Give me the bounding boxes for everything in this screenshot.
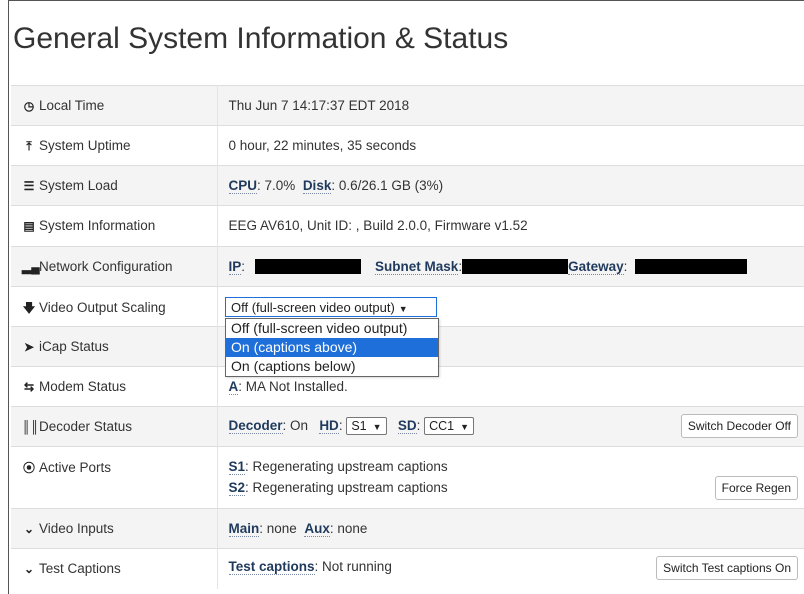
barcode-icon: ║║ [22, 420, 40, 434]
ip-redaction [255, 259, 362, 274]
video-output-scaling-label: Video Output Scaling [39, 300, 166, 315]
modem-status-label: Modem Status [39, 379, 127, 394]
icap-status-label: iCap Status [39, 339, 109, 354]
clock-icon: ◷ [23, 99, 35, 113]
aux-value: : none [329, 521, 368, 536]
s2-value: : Regenerating upstream captions [245, 480, 448, 495]
chevron-down-icon[interactable]: ⌄ [22, 522, 36, 536]
arrow-down-icon: 🡇 [22, 301, 36, 315]
scaling-option[interactable]: On (captions above) [226, 338, 438, 357]
test-captions-key[interactable]: Test captions [228, 559, 315, 575]
row-decoder-status: ║║Decoder Status Decoder: On HD: S1 ▼ SD:… [11, 406, 804, 447]
active-ports-label: Active Ports [39, 460, 112, 475]
arrow-up-circle-icon: ⤒ [26, 139, 32, 153]
test-captions-label[interactable]: Test Captions [39, 561, 121, 576]
switch-decoder-off-button[interactable]: Switch Decoder Off [680, 414, 798, 438]
row-system-information: ▤ System Information EEG AV610, Unit ID: … [11, 205, 804, 247]
main-key[interactable]: Main [228, 521, 260, 537]
row-local-time: ◷ Local Time Thu Jun 7 14:17:37 EDT 2018 [11, 85, 804, 126]
video-output-scaling-select[interactable]: Off (full-screen video output) ▼ [225, 297, 437, 317]
uptime-label: System Uptime [39, 138, 131, 153]
scaling-option[interactable]: On (captions below) [226, 357, 438, 376]
hd-key[interactable]: HD [319, 418, 339, 434]
sd-select-value: CC1 [429, 419, 455, 433]
scaling-option[interactable]: Off (full-screen video output) [226, 319, 438, 338]
laptop-icon: ▤ [23, 219, 35, 233]
main-value: : none [259, 521, 297, 536]
chevron-down-icon[interactable]: ⌄ [22, 562, 36, 576]
row-video-inputs: ⌄ Video Inputs Main: none Aux: none [11, 508, 804, 549]
system-information-label: System Information [39, 218, 156, 233]
decoder-value: : On [282, 418, 309, 433]
disk-key[interactable]: Disk [302, 178, 332, 194]
modem-a-value: : MA Not Installed. [238, 379, 348, 394]
video-output-scaling-selected: Off (full-screen video output) [231, 300, 395, 315]
video-inputs-label[interactable]: Video Inputs [39, 521, 114, 536]
local-time-value: Thu Jun 7 14:17:37 EDT 2018 [217, 85, 804, 126]
signal-bars-icon: ▂▄ [22, 260, 40, 274]
row-test-captions: ⌄ Test Captions Test captions: Not runnin… [11, 548, 804, 589]
row-uptime: ⤒ System Uptime 0 hour, 22 minutes, 35 se… [11, 125, 804, 166]
sd-key[interactable]: SD [397, 418, 417, 434]
test-captions-value: : Not running [314, 559, 392, 574]
decoder-key[interactable]: Decoder [228, 418, 283, 434]
network-configuration-label: Network Configuration [39, 259, 173, 274]
s1-key[interactable]: S1 [228, 459, 246, 475]
row-active-ports: ⦿ Active Ports S1: Regenerating upstream … [11, 446, 804, 509]
system-information-value: EEG AV610, Unit ID: , Build 2.0.0, Firmw… [217, 205, 804, 247]
subnet-mask-key[interactable]: Subnet Mask [375, 259, 459, 275]
gateway-redaction [635, 259, 748, 274]
uptime-value: 0 hour, 22 minutes, 35 seconds [217, 125, 804, 166]
aux-key[interactable]: Aux [304, 521, 330, 537]
modem-a-key[interactable]: A [228, 379, 239, 395]
retweet-icon: ⇆ [23, 380, 35, 394]
video-output-scaling-options: Off (full-screen video output) On (capti… [225, 318, 439, 377]
hd-select-value: S1 [351, 419, 367, 433]
page-title: General System Information & Status [13, 22, 509, 55]
disk-value: : 0.6/26.1 GB (3%) [331, 178, 444, 193]
server-icon: ☰ [23, 179, 35, 193]
cpu-key[interactable]: CPU [228, 178, 258, 194]
switch-test-captions-on-button[interactable]: Switch Test captions On [656, 556, 798, 580]
chevron-down-icon: ▼ [372, 422, 382, 432]
system-load-label: System Load [39, 178, 118, 193]
decoder-status-label: Decoder Status [39, 419, 133, 434]
cpu-value: : 7.0% [257, 178, 296, 193]
circle-arrow-up-icon: ⦿ [22, 461, 35, 475]
force-regen-button[interactable]: Force Regen [714, 476, 798, 500]
gateway-key[interactable]: Gateway [568, 259, 624, 275]
circle-icon: ➤ [23, 340, 35, 354]
ip-key[interactable]: IP [228, 259, 242, 275]
s1-value: : Regenerating upstream captions [245, 459, 448, 474]
s2-key[interactable]: S2 [228, 480, 246, 496]
local-time-label: Local Time [39, 98, 105, 113]
chevron-down-icon: ▼ [398, 304, 408, 314]
sd-select[interactable]: CC1 ▼ [424, 417, 475, 435]
subnet-mask-redaction [462, 259, 569, 274]
row-system-load: ☰ System Load CPU: 7.0% Disk: 0.6/26.1 GB… [11, 165, 804, 206]
row-network-configuration: ▂▄Network Configuration IP: Subnet Mask: G… [11, 246, 804, 287]
chevron-down-icon: ▼ [460, 422, 470, 432]
hd-select[interactable]: S1 ▼ [346, 417, 387, 435]
